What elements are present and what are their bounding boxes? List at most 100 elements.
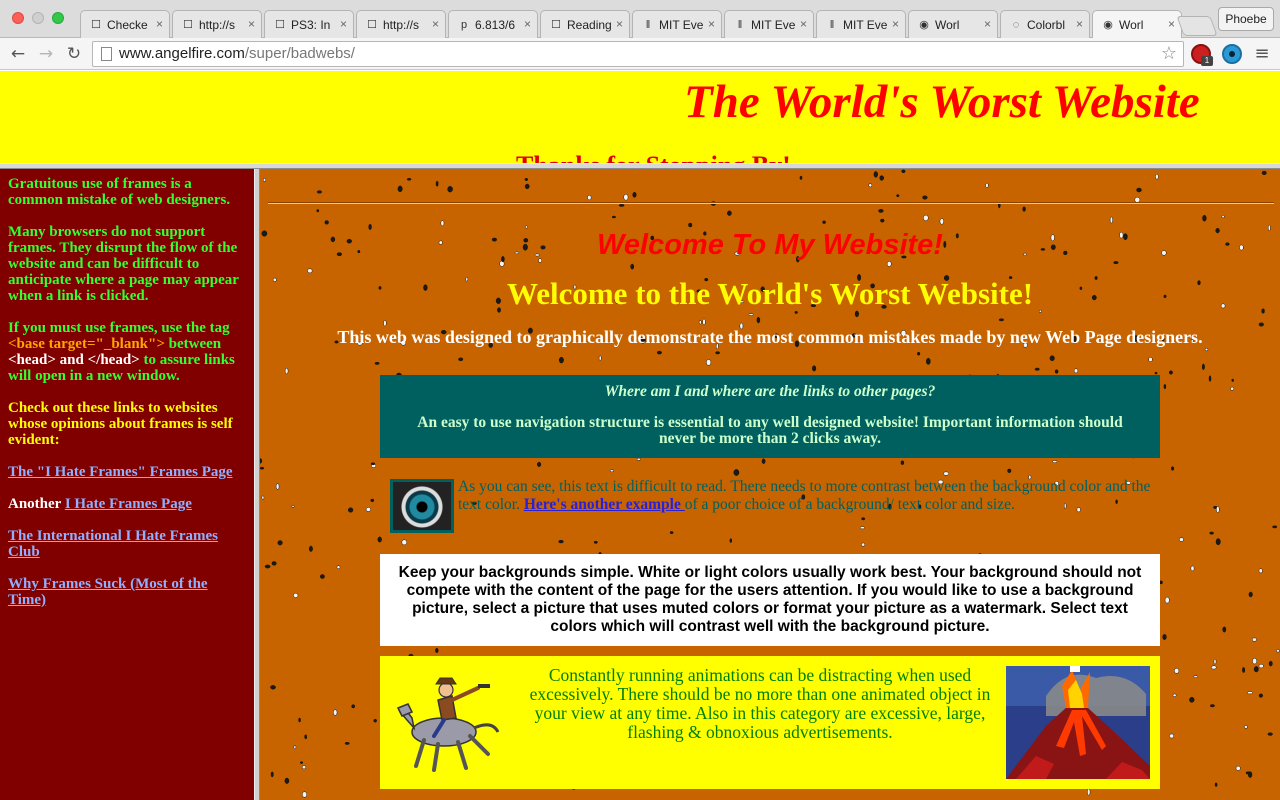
browser-tab[interactable]: ◌ Colorbl × [1000,10,1090,38]
site-title: The World's Worst Website [684,76,1200,128]
frames-tip-text: If you must use frames, use the tag <bas… [8,320,248,384]
url-text: www.angelfire.com/super/badwebs/ [119,42,355,66]
window-maximize-button[interactable] [52,12,64,24]
tab-title: http://s [199,18,236,32]
url-host: www.angelfire.com [119,45,245,62]
tab-close-icon[interactable]: × [708,17,715,31]
tab-title: Worl [1119,18,1144,32]
link-another-i-hate-frames[interactable]: I Hate Frames Page [65,496,192,512]
welcome-heading-red: Welcome To My Website! [597,229,943,261]
tab-close-icon[interactable]: × [524,17,531,31]
tab-title: MIT Eve [751,18,795,32]
mit-logo-icon: ‖ [645,19,651,31]
address-bar[interactable]: www.angelfire.com/super/badwebs/ ☆ [92,41,1184,67]
tab-close-icon[interactable]: × [800,17,807,31]
tab-close-icon[interactable]: × [1076,17,1083,31]
page-icon: ☐ [91,19,101,31]
mit-logo-icon: ‖ [829,19,835,31]
frames-tip-mid: between [164,336,222,352]
navigation-answer: An easy to use navigation structure is e… [417,414,1123,447]
browser-tab[interactable]: p 6.813/6 × [448,10,538,38]
browser-tab[interactable]: ‖ MIT Eve × [816,10,906,38]
head-tag-code: <head> and </head> [8,352,140,368]
forward-arrow-icon[interactable]: → [34,42,58,66]
adblock-extension-icon[interactable]: 1 [1191,44,1213,66]
page-icon: ☐ [367,19,377,31]
another-label: Another [8,496,62,512]
loading-icon: ◌ [1012,19,1020,31]
tab-close-icon[interactable]: × [340,17,347,31]
back-arrow-icon[interactable]: ← [6,42,30,66]
window-close-button[interactable] [12,12,24,24]
background-advice-box: Keep your backgrounds simple. White or l… [380,554,1160,646]
profile-button[interactable]: Phoebe [1218,7,1274,31]
animation-advice-text: Constantly running animations can be dis… [529,665,991,742]
page-icon: ☐ [551,19,561,31]
intro-text: This web was designed to graphically dem… [337,327,1203,347]
welcome-heading-yellow: Welcome to the World's Worst Website! [506,276,1034,311]
another-example-link[interactable]: Here's another example [524,496,685,513]
tab-title: 6.813/6 [475,18,516,32]
link-why-frames-suck[interactable]: Why Frames Suck (Most of the Time) [8,576,208,608]
browser-tab[interactable]: ◉ Worl × [908,10,998,38]
tab-title: http://s [383,18,420,32]
frames-tip-lead: If you must use frames, use the tag [8,320,230,336]
eye-icon: ◉ [919,19,929,31]
contrast-example: As you can see, this text is difficult t… [390,478,1170,534]
left-frame: Gratuitous use of frames is a common mis… [0,169,254,800]
tab-close-icon[interactable]: × [248,17,255,31]
horizontal-rule [268,202,1274,204]
p-logo-icon: p [460,19,468,31]
window-minimize-button[interactable] [32,12,44,24]
browser-tab[interactable]: ☐ http://s × [172,10,262,38]
contrast-text-part2: of a poor choice of a background/ text c… [684,496,1015,513]
erupting-volcano-image [1006,666,1150,779]
top-frame: The World's Worst Website Thanks for Sto… [0,71,1280,163]
tab-title: PS3: In [291,18,331,32]
extension-badge: 1 [1201,56,1213,66]
browser-tab[interactable]: ☐ http://s × [356,10,446,38]
bookmark-star-icon[interactable]: ☆ [1161,42,1177,66]
animation-advice-box: Constantly running animations can be dis… [380,656,1160,789]
browser-tab[interactable]: ‖ MIT Eve × [724,10,814,38]
base-tag-code: <base target="_blank"> [8,336,165,352]
tab-title: MIT Eve [843,18,887,32]
frames-intro-text: Gratuitous use of frames is a common mis… [8,176,231,208]
menu-icon[interactable]: ≡ [1252,42,1272,66]
main-frame: Welcome To My Website! Welcome to the Wo… [260,169,1280,800]
tab-close-icon[interactable]: × [984,17,991,31]
browser-toolbar: ← → ↻ www.angelfire.com/super/badwebs/ ☆… [0,38,1280,70]
reload-icon[interactable]: ↻ [62,42,86,66]
mit-logo-icon: ‖ [737,19,743,31]
tab-close-icon[interactable]: × [892,17,899,31]
new-tab-button[interactable] [1176,16,1218,36]
navigation-info-box: Where am I and where are the links to ot… [380,375,1160,458]
tab-title: Checke [107,18,148,32]
url-path: /super/badwebs/ [244,45,355,62]
browser-titlebar: ☐ Checke × ☐ http://s × ☐ PS3: In × ☐ http://s × p 6.… [0,0,1280,39]
browser-tab[interactable]: ◉ Worl × [1092,10,1182,39]
scrolling-marquee: Thanks for Stopping By! [516,151,791,163]
browser-tab[interactable]: ☐ Checke × [80,10,170,38]
tab-close-icon[interactable]: × [1168,17,1175,31]
eye-icon: ◉ [1103,19,1113,31]
eye-extension-icon[interactable] [1222,44,1242,64]
tab-close-icon[interactable]: × [156,17,163,31]
page-icon [101,47,112,61]
browser-tab[interactable]: ☐ PS3: In × [264,10,354,38]
tab-title: Reading [567,18,611,32]
tab-strip: ☐ Checke × ☐ http://s × ☐ PS3: In × ☐ http://s × p 6.… [80,10,1220,39]
tab-close-icon[interactable]: × [432,17,439,31]
contrast-text: As you can see, this text is difficult t… [458,478,1168,514]
tab-title: MIT Eve [659,18,703,32]
eye-image [390,479,454,533]
link-i-hate-frames-page[interactable]: The "I Hate Frames" Frames Page [8,464,233,480]
browser-tab[interactable]: ‖ MIT Eve × [632,10,722,38]
page-icon: ☐ [275,19,285,31]
link-international-club[interactable]: The International I Hate Frames Club [8,528,218,560]
browser-tab[interactable]: ☐ Reading × [540,10,630,38]
tab-title: Colorbl [1027,18,1066,32]
page-icon: ☐ [183,19,193,31]
cowboy-on-horse-image [396,677,500,772]
tab-close-icon[interactable]: × [616,17,623,31]
